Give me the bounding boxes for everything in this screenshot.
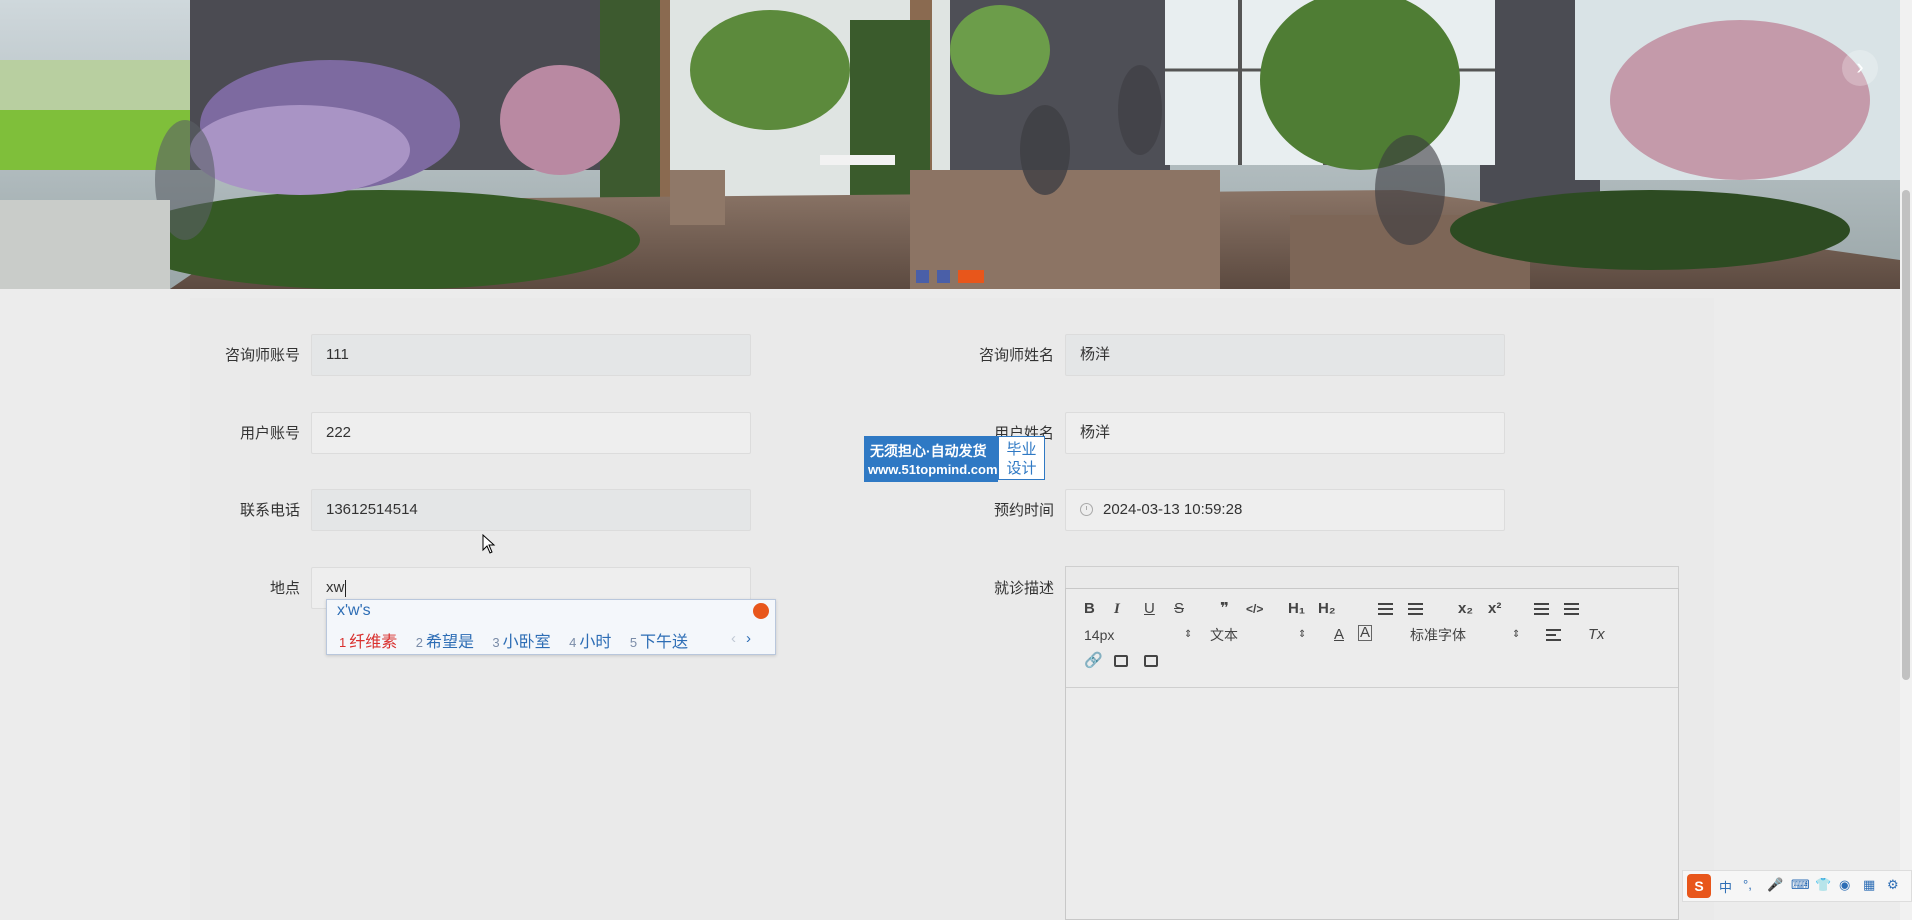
align-icon[interactable]: [1546, 629, 1561, 641]
user-name-input[interactable]: 杨洋: [1065, 412, 1505, 454]
bg-color-button[interactable]: A: [1358, 625, 1373, 641]
editor-top-edge: [1065, 566, 1679, 588]
carousel-dot-active[interactable]: [958, 270, 984, 283]
watermark-banner: 无须担心·自动发货 www.51topmind.com: [864, 436, 998, 482]
watermark-line1: 无须担心·自动发货: [870, 443, 987, 459]
consultant-name-label: 咨询师姓名: [978, 347, 1054, 364]
chevron-updown-icon: ⇕: [1298, 629, 1307, 640]
text-caret: [345, 579, 347, 597]
underline-button[interactable]: U: [1144, 599, 1155, 619]
outdent-icon[interactable]: [1534, 603, 1549, 615]
h2-button[interactable]: H₂: [1318, 599, 1336, 619]
keyboard-icon[interactable]: ⌨: [1791, 877, 1810, 893]
mouse-cursor-icon: [482, 534, 496, 554]
banner-image: [0, 0, 1900, 289]
page-scrollbar[interactable]: [1900, 0, 1912, 920]
ime-candidate[interactable]: 2 希望是: [416, 628, 474, 652]
consultant-account-input[interactable]: 111: [311, 334, 751, 376]
carousel-dots: [0, 270, 1900, 283]
ime-candidate[interactable]: 4 小时: [569, 628, 611, 652]
user-account-input[interactable]: 222: [311, 412, 751, 454]
superscript-button[interactable]: x²: [1488, 599, 1501, 619]
clear-format-button[interactable]: Tx: [1588, 625, 1605, 645]
appointment-time-label: 预约时间: [993, 502, 1054, 519]
font-size-select[interactable]: 14px ⇕: [1084, 625, 1192, 645]
appointment-time-picker[interactable]: 2024-03-13 10:59:28: [1065, 489, 1505, 531]
ime-candidate-popup: x'w's 1 纤维素 2 希望是 3 小卧室 4 小时 5 下午送 ‹ ›: [326, 599, 776, 655]
scrollbar-thumb[interactable]: [1902, 190, 1910, 680]
settings-icon[interactable]: ⚙: [1887, 877, 1899, 893]
h1-button[interactable]: H₁: [1288, 599, 1305, 619]
ime-candidate[interactable]: 5 下午送: [630, 628, 688, 652]
ime-page-nav: ‹ ›: [731, 630, 751, 647]
chevron-updown-icon: ⇕: [1184, 629, 1193, 640]
subscript-button[interactable]: x₂: [1458, 599, 1473, 619]
description-editor[interactable]: B I U S ❞ </> H₁ H₂ x₂ x² 14px ⇕ 文本 ⇕ A A …: [1065, 588, 1679, 920]
ime-candidate-list: 1 纤维素 2 希望是 3 小卧室 4 小时 5 下午送: [339, 628, 702, 652]
code-button[interactable]: </>: [1246, 599, 1263, 619]
font-family-select[interactable]: 标准字体 ⇕: [1410, 625, 1520, 645]
italic-button[interactable]: I: [1114, 599, 1120, 619]
appointment-time-value: 2024-03-13 10:59:28: [1103, 501, 1243, 518]
phone-label: 联系电话: [239, 502, 300, 519]
link-icon[interactable]: 🔗: [1084, 651, 1103, 671]
indent-icon[interactable]: [1564, 603, 1579, 615]
font-color-button[interactable]: A: [1334, 625, 1344, 645]
ime-candidate[interactable]: 1 纤维素: [339, 628, 397, 652]
microphone-icon[interactable]: 🎤: [1767, 877, 1783, 893]
carousel-dot[interactable]: [937, 270, 950, 283]
ime-status-tray: S 中 °, 🎤 ⌨ 👕 ◉ ▦ ⚙: [1682, 870, 1912, 902]
image-icon[interactable]: [1114, 655, 1128, 667]
video-icon[interactable]: [1144, 655, 1158, 667]
clock-icon: [1080, 502, 1093, 516]
location-value: xw: [326, 579, 345, 596]
bold-button[interactable]: B: [1084, 599, 1095, 619]
location-label: 地点: [269, 580, 300, 597]
skin-icon[interactable]: 👕: [1815, 877, 1831, 893]
bullet-list-icon[interactable]: [1408, 603, 1423, 615]
carousel-next-button[interactable]: ›: [1842, 50, 1878, 86]
user-account-label: 用户账号: [239, 425, 300, 442]
ime-candidate[interactable]: 3 小卧室: [492, 628, 550, 652]
paragraph-select[interactable]: 文本 ⇕: [1210, 625, 1306, 645]
sogou-logo-icon[interactable]: S: [1687, 874, 1711, 898]
chevron-updown-icon: ⇕: [1512, 629, 1521, 640]
toolbox-icon[interactable]: ▦: [1863, 877, 1875, 893]
carousel-dot[interactable]: [916, 270, 929, 283]
ordered-list-icon[interactable]: [1378, 603, 1393, 615]
ime-punct-toggle[interactable]: °,: [1743, 877, 1752, 892]
assistant-icon[interactable]: ◉: [1839, 877, 1850, 893]
watermark-url: www.51topmind.com: [868, 462, 998, 477]
consultant-name-input[interactable]: 杨洋: [1065, 334, 1505, 376]
quote-button[interactable]: ❞: [1220, 599, 1229, 619]
watermark-badge: 无须担心·自动发货 www.51topmind.com 毕业 设计: [864, 436, 1047, 482]
ime-lang-toggle[interactable]: 中: [1719, 877, 1732, 896]
strike-button[interactable]: S: [1174, 599, 1184, 619]
description-label: 就诊描述: [993, 580, 1054, 597]
ime-composition: x'w's: [337, 602, 371, 619]
ime-next-icon[interactable]: ›: [746, 630, 751, 647]
phone-input[interactable]: 13612514514: [311, 489, 751, 531]
editor-toolbar: B I U S ❞ </> H₁ H₂ x₂ x² 14px ⇕ 文本 ⇕ A A …: [1066, 589, 1678, 688]
banner-carousel[interactable]: ›: [0, 0, 1900, 289]
watermark-tag: 毕业 设计: [998, 436, 1045, 480]
consultant-account-label: 咨询师账号: [224, 347, 300, 364]
ime-prev-icon[interactable]: ‹: [731, 630, 736, 647]
ime-logo-icon: [753, 603, 769, 619]
